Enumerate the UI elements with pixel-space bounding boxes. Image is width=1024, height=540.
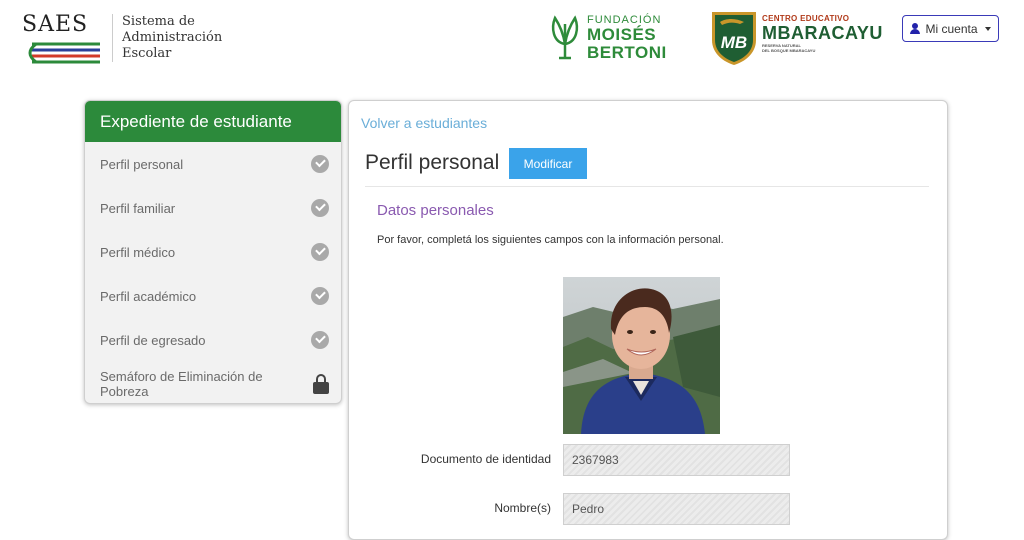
sidebar-item-label: Perfil familiar xyxy=(100,200,176,216)
student-photo xyxy=(563,277,720,434)
caret-down-icon xyxy=(984,26,991,31)
header-divider xyxy=(112,14,113,62)
sidebar-item-perfil-medico[interactable]: Perfil médico xyxy=(85,230,341,274)
sidebar-item-perfil-egresado[interactable]: Perfil de egresado xyxy=(85,318,341,362)
sidebar-item-label: Perfil académico xyxy=(100,288,197,304)
check-circle-icon xyxy=(311,331,329,349)
back-to-students-link[interactable]: Volver a estudiantes xyxy=(361,115,487,131)
sidebar-item-label: Perfil médico xyxy=(100,244,176,260)
centro-educativo-text: CENTRO EDUCATIVO MBARACAYU RESERVA NATUR… xyxy=(762,14,883,53)
student-record-sidebar: Expediente de estudiante Perfil personal… xyxy=(84,100,342,404)
first-name-label: Nombre(s) xyxy=(494,501,551,515)
fmb-line: MOISÉS xyxy=(587,25,657,44)
check-circle-icon xyxy=(311,243,329,261)
modify-button[interactable]: Modificar xyxy=(509,148,587,179)
section-description: Por favor, completá los siguientes campo… xyxy=(377,234,724,246)
saes-subtitle: Sistema de Administración Escolar xyxy=(122,14,222,62)
account-menu-button[interactable]: Mi cuenta xyxy=(902,15,999,42)
sidebar-item-perfil-personal[interactable]: Perfil personal xyxy=(85,142,341,186)
sidebar-item-label: Semáforo de Eliminación de Pobreza xyxy=(100,369,263,399)
sidebar-item-perfil-familiar[interactable]: Perfil familiar xyxy=(85,186,341,230)
title-divider xyxy=(365,186,929,187)
shield-logo-text: MB xyxy=(721,33,747,52)
sidebar-item-label: Perfil de egresado xyxy=(100,332,206,348)
saes-subtitle-line: Administración xyxy=(122,30,223,45)
fundacion-bertoni-text: FUNDACIÓN MOISÉS BERTONI xyxy=(587,14,667,62)
sidebar-item-perfil-academico[interactable]: Perfil académico xyxy=(85,274,341,318)
personal-profile-panel: Volver a estudiantes Perfil personal Mod… xyxy=(348,100,948,540)
app-header: SAES Sistema de Administración Escolar F… xyxy=(0,0,1024,78)
document-id-label: Documento de identidad xyxy=(420,452,551,466)
saes-subtitle-line: Escolar xyxy=(122,46,172,61)
page-title: Perfil personal xyxy=(365,151,500,174)
saes-logo[interactable]: SAES xyxy=(22,12,104,64)
sidebar-item-semaforo-pobreza[interactable]: Semáforo de Eliminación de Pobreza xyxy=(85,362,341,403)
first-name-field[interactable]: Pedro xyxy=(563,493,790,525)
check-circle-icon xyxy=(311,287,329,305)
sidebar-title: Expediente de estudiante xyxy=(85,101,341,142)
shield-logo-icon: MB xyxy=(712,12,756,65)
account-menu-label: Mi cuenta xyxy=(925,21,978,36)
fundacion-bertoni-logo: FUNDACIÓN MOISÉS BERTONI xyxy=(549,14,674,62)
saes-subtitle-line: Sistema de xyxy=(122,14,195,29)
sidebar-item-label: Perfil personal xyxy=(100,156,184,172)
leaf-logo-icon xyxy=(551,15,579,60)
check-circle-icon xyxy=(311,155,329,173)
mb-line: MBARACAYU xyxy=(762,23,883,43)
student-photo-image xyxy=(563,277,720,434)
mb-line: DEL BOSQUE MBARACAYU xyxy=(762,48,816,53)
document-id-field[interactable]: 2367983 xyxy=(563,444,790,476)
check-circle-icon xyxy=(311,199,329,217)
mb-line: CENTRO EDUCATIVO xyxy=(762,14,850,23)
section-title: Datos personales xyxy=(377,202,494,219)
centro-educativo-logo: MB CENTRO EDUCATIVO MBARACAYU RESERVA NA… xyxy=(710,10,882,68)
user-icon xyxy=(910,23,921,34)
saes-logo-title: SAES xyxy=(22,12,89,37)
fmb-line: BERTONI xyxy=(587,43,667,62)
lock-icon xyxy=(313,374,329,394)
saes-stripes-icon xyxy=(28,42,100,64)
